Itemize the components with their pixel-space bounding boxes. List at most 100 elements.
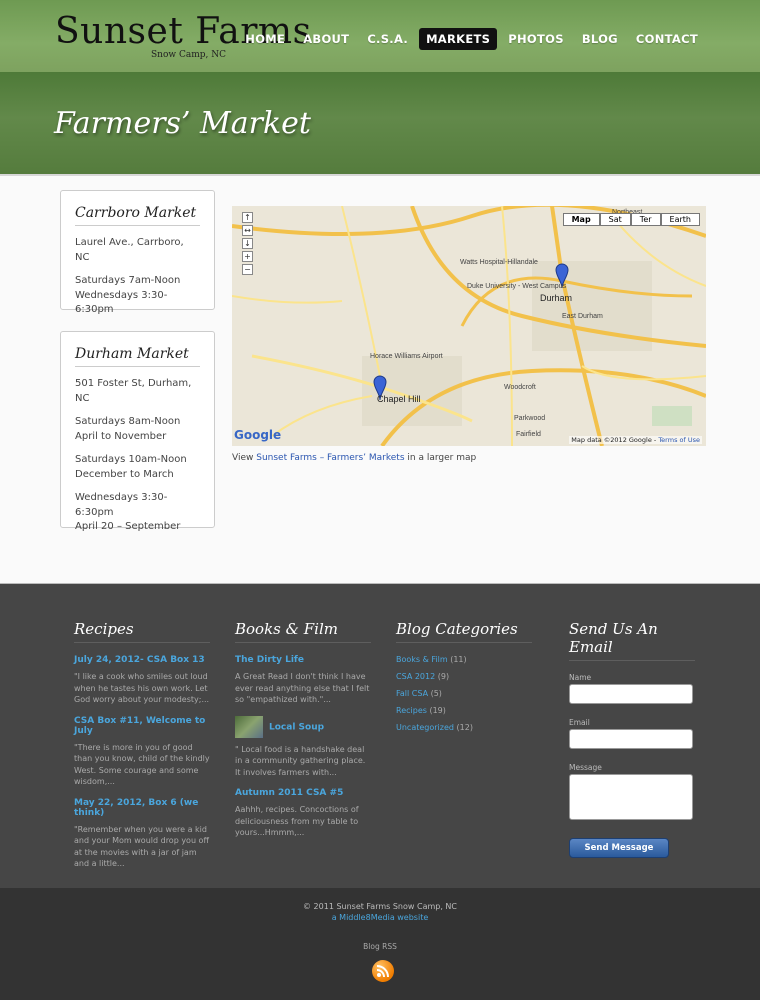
page-title: Farmers’ Market [54, 106, 311, 141]
credit-link[interactable]: a Middle8Media website [0, 913, 760, 922]
map-type-sat[interactable]: Sat [599, 213, 631, 226]
rss-icon[interactable] [372, 960, 394, 982]
post-excerpt: "There is more in you of good than you k… [74, 742, 210, 787]
copyright: © 2011 Sunset Farms Snow Camp, NC [303, 902, 457, 911]
post-link[interactable]: The Dirty Life [235, 655, 371, 665]
category-item[interactable]: Uncategorized (12) [396, 723, 532, 732]
map-credit-text: Map data ©2012 Google - [571, 436, 657, 444]
post-excerpt: Aahhh, recipes. Concoctions of delicious… [235, 805, 359, 837]
send-message-button[interactable]: Send Message [569, 838, 669, 858]
map-zoom-controls: ↑ ↔ ↓ + − [242, 212, 253, 277]
map-label-woodcroft: Woodcroft [504, 384, 536, 391]
widget-title: Send Us An Email [569, 620, 695, 661]
map-caption-suffix: in a larger map [407, 453, 477, 463]
map-canvas: Durham Chapel Hill East Durham Watts Hos… [232, 206, 706, 446]
pan-left-right-icon[interactable]: ↔ [242, 225, 253, 236]
schedule-line: Saturdays 10am-Noon [75, 454, 187, 465]
post-link-label: Local Soup [269, 722, 325, 732]
map-type-map[interactable]: Map [562, 213, 600, 226]
widget-title: Recipes [74, 620, 210, 643]
market-box-durham: Durham Market 501 Foster St, Durham, NC … [60, 331, 215, 532]
schedule-line: December to March [75, 468, 174, 480]
nav-item-contact[interactable]: CONTACT [629, 28, 705, 50]
map-type-earth[interactable]: Earth [660, 213, 700, 226]
post-excerpt: "I like a cook who smiles out loud when … [74, 672, 210, 704]
nav-item-markets[interactable]: MARKETS [419, 28, 498, 50]
category-item[interactable]: Fall CSA (5) [396, 689, 532, 698]
map-label-hillandale: Watts Hospital-Hillandale [460, 259, 538, 266]
rss-label: Blog RSS [363, 942, 397, 951]
market-schedule: Wednesdays 3:30-6:30pm April 20 – Septem… [75, 491, 200, 535]
map-label-parkwood: Parkwood [514, 415, 545, 422]
post-link[interactable]: CSA Box #11, Welcome to July [74, 716, 210, 736]
main-nav: HOME ABOUT C.S.A. MARKETS PHOTOS BLOG CO… [238, 28, 705, 50]
name-label: Name [569, 673, 592, 682]
google-logo[interactable]: Google [234, 428, 281, 442]
email-label: Email [569, 718, 590, 727]
nav-item-home[interactable]: HOME [238, 28, 292, 50]
post-link[interactable]: Autumn 2011 CSA #5 [235, 788, 371, 798]
footer-widgets: Recipes July 24, 2012- CSA Box 13 "I lik… [0, 583, 760, 888]
map-type-ter[interactable]: Ter [630, 213, 661, 226]
widget-title: Blog Categories [396, 620, 532, 643]
email-widget: Send Us An Email Name Email Message Send… [569, 620, 695, 858]
zoom-in-icon[interactable]: + [242, 251, 253, 262]
post-link[interactable]: May 22, 2012, Box 6 (we think) [74, 798, 210, 818]
pan-down-icon[interactable]: ↓ [242, 238, 253, 249]
market-address: Laurel Ave., Carrboro, NC [75, 237, 184, 263]
market-schedule: Saturdays 7am-Noon Wednesdays 3:30-6:30p… [75, 274, 200, 318]
widget-title: Books & Film [235, 620, 371, 643]
pan-up-icon[interactable]: ↑ [242, 212, 253, 223]
market-name: Carrboro Market [75, 205, 200, 226]
zoom-out-icon[interactable]: − [242, 264, 253, 275]
map-caption: View Sunset Farms – Farmers’ Markets in … [232, 453, 476, 463]
schedule-line: Wednesdays 3:30-6:30pm [75, 289, 168, 316]
map-label-fairfield: Fairfield [516, 431, 541, 438]
post-excerpt: A Great Read I don't think I have ever r… [235, 672, 370, 704]
email-field[interactable] [569, 729, 693, 749]
market-box-carrboro: Carrboro Market Laurel Ave., Carrboro, N… [60, 190, 215, 315]
site-tagline: Snow Camp, NC [151, 50, 226, 60]
post-excerpt: " Local food is a handshake deal in a co… [235, 744, 366, 777]
embedded-map[interactable]: Durham Chapel Hill East Durham Watts Hos… [232, 206, 706, 446]
schedule-line: Saturdays 8am-Noon [75, 416, 181, 427]
message-label: Message [569, 763, 602, 772]
post-link[interactable]: Local Soup [235, 715, 371, 738]
schedule-line: April 20 – September [75, 521, 181, 532]
post-excerpt: "Remember when you were a kid and your M… [74, 824, 209, 869]
schedule-line: April to November [75, 430, 167, 442]
books-widget: Books & Film The Dirty Life A Great Read… [235, 620, 371, 849]
nav-item-blog[interactable]: BLOG [575, 28, 625, 50]
map-label-duke: Duke University - West Campus [467, 283, 567, 290]
map-label-east-durham: East Durham [562, 313, 603, 320]
recipes-widget: Recipes July 24, 2012- CSA Box 13 "I lik… [74, 620, 210, 880]
map-credit: Map data ©2012 Google - Terms of Use [569, 436, 702, 444]
categories-widget: Blog Categories Books & Film (11) CSA 20… [396, 620, 532, 740]
category-item[interactable]: CSA 2012 (9) [396, 672, 532, 681]
post-thumbnail[interactable] [235, 715, 263, 738]
schedule-line: Wednesdays 3:30-6:30pm [75, 492, 168, 518]
market-name: Durham Market [75, 346, 200, 367]
market-schedule: Saturdays 10am-Noon December to March [75, 453, 200, 482]
nav-item-about[interactable]: ABOUT [296, 28, 356, 50]
map-caption-prefix: View [232, 453, 254, 463]
market-address: 501 Foster St, Durham, NC [75, 378, 192, 404]
site-footer: © 2011 Sunset Farms Snow Camp, NC a Midd… [0, 888, 760, 1000]
terms-link[interactable]: Terms of Use [658, 436, 700, 444]
name-field[interactable] [569, 684, 693, 704]
schedule-line: Saturdays 7am-Noon [75, 275, 181, 286]
map-type-selector: Map Sat Ter Earth [562, 213, 700, 226]
site-header: Sunset Farms Snow Camp, NC HOME ABOUT C.… [0, 0, 760, 72]
map-label-durham: Durham [540, 293, 572, 303]
larger-map-link[interactable]: Sunset Farms – Farmers’ Markets [256, 453, 404, 463]
category-item[interactable]: Recipes (19) [396, 706, 532, 715]
post-link[interactable]: July 24, 2012- CSA Box 13 [74, 655, 210, 665]
map-label-horace: Horace Williams Airport [370, 353, 443, 360]
map-label-chapel-hill: Chapel Hill [377, 394, 421, 404]
category-item[interactable]: Books & Film (11) [396, 655, 532, 664]
market-schedule: Saturdays 8am-Noon April to November [75, 415, 200, 444]
message-field[interactable] [569, 774, 693, 820]
title-band: Farmers’ Market [0, 72, 760, 176]
nav-item-photos[interactable]: PHOTOS [501, 28, 571, 50]
nav-item-csa[interactable]: C.S.A. [360, 28, 415, 50]
